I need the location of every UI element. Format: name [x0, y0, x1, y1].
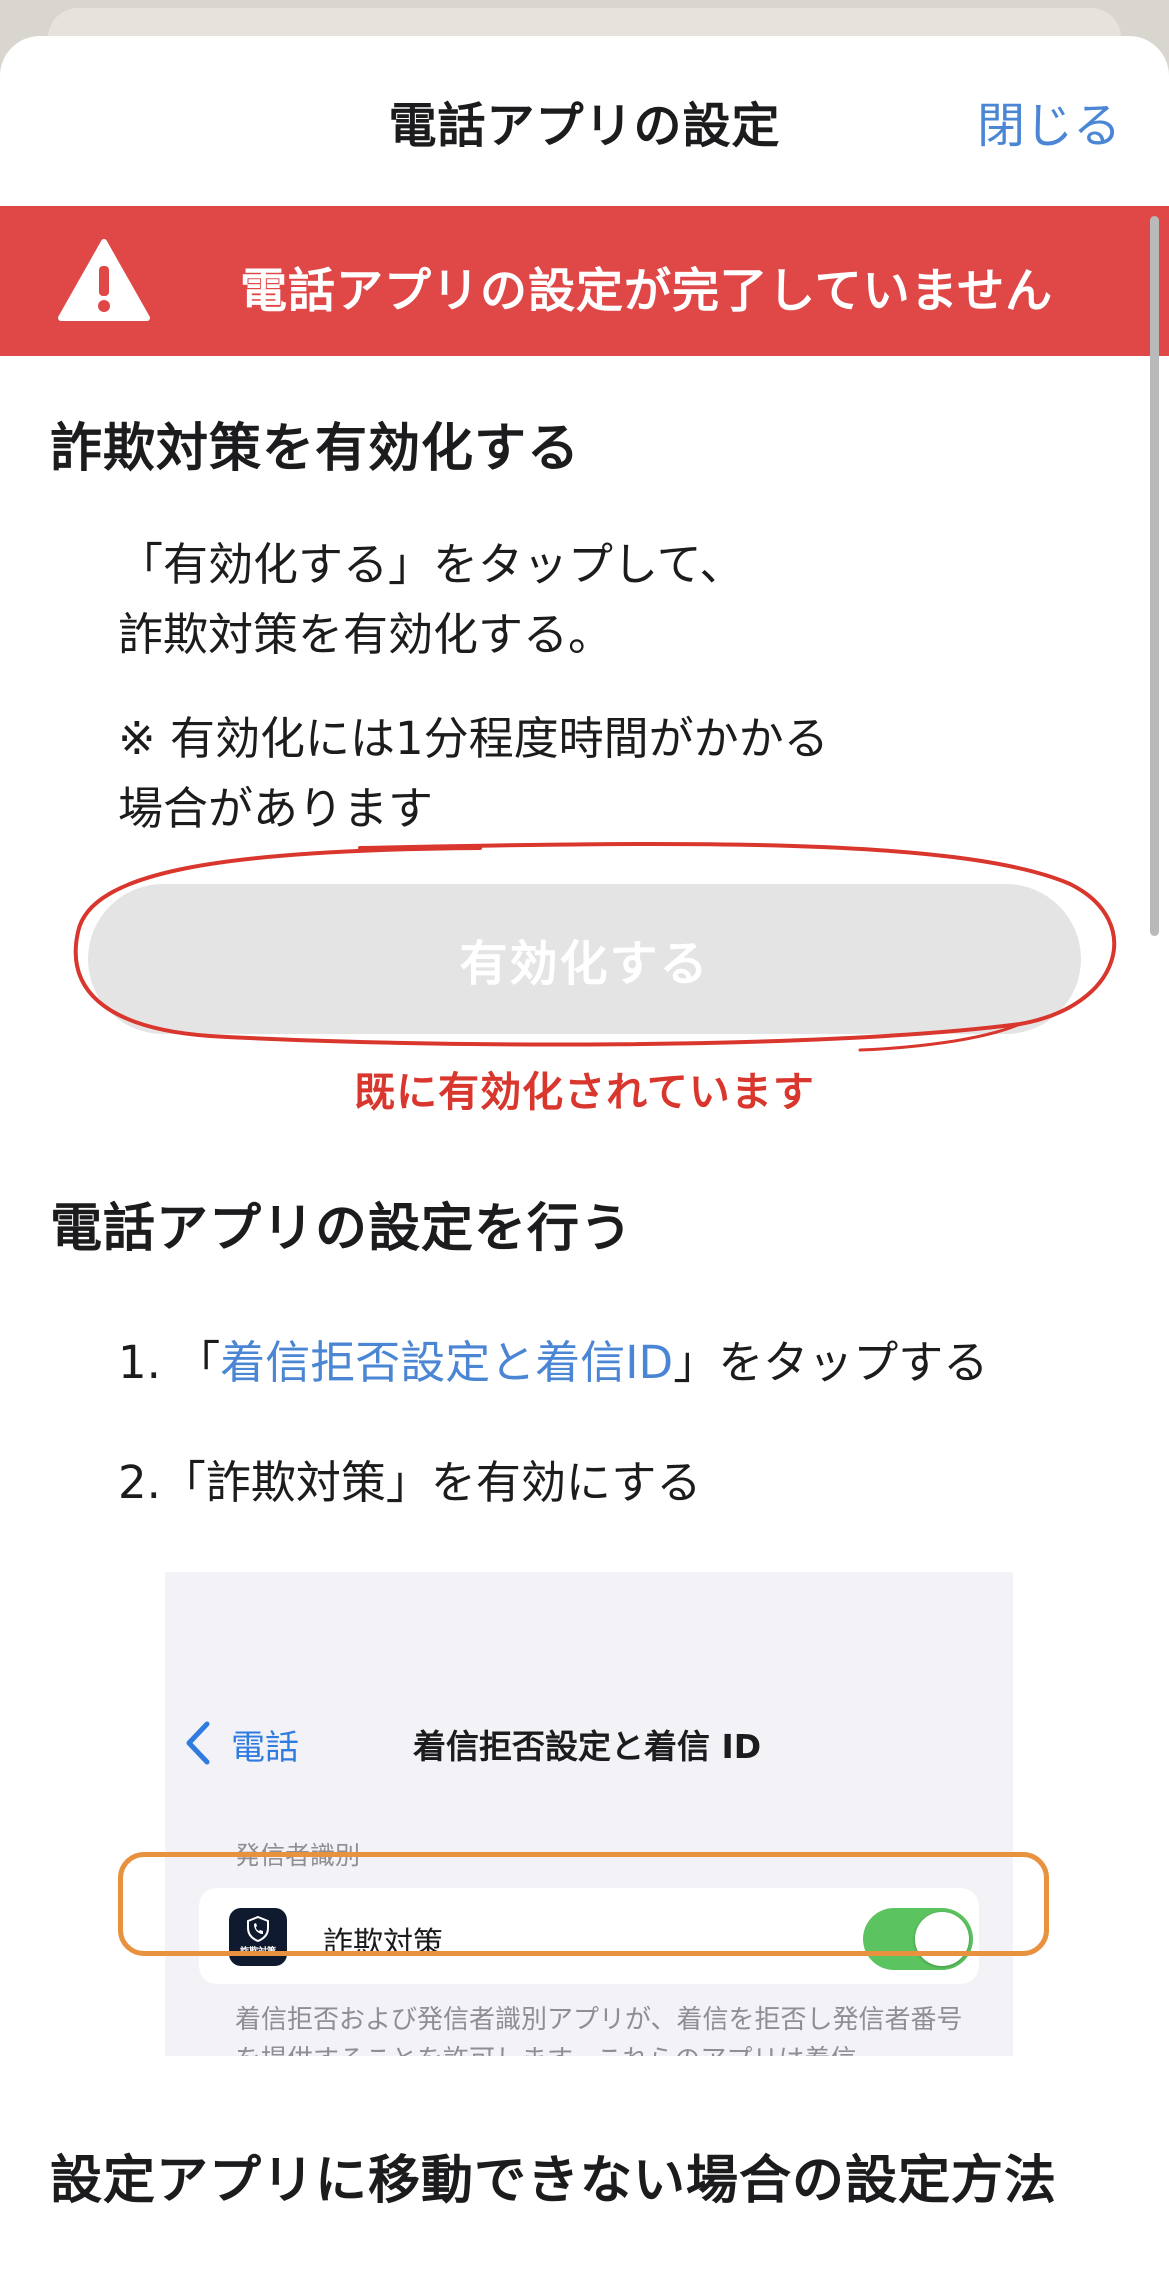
settings-sheet: 電話アプリの設定 閉じる 電話アプリの設定が完了していません 詐欺対策を有効化す… — [0, 36, 1169, 2274]
sheet-header: 電話アプリの設定 閉じる — [0, 36, 1169, 206]
step-2: 2.「詐欺対策」を有効にする — [118, 1456, 702, 1509]
section-title-phone-settings: 電話アプリの設定を行う — [50, 1199, 634, 1259]
enable-note: ※ 有効化には1分程度時間がかかる 場合があります — [118, 704, 829, 844]
call-blocking-link[interactable]: 着信拒否設定と着信ID — [220, 1336, 673, 1389]
note-line: 場合があります — [118, 782, 434, 835]
preview-back-label: 電話 — [231, 1728, 299, 1768]
step-1-prefix: 1. 「 — [118, 1336, 221, 1389]
instruction-line: 「有効化する」をタップして、 — [118, 538, 745, 591]
section-title-fallback: 設定アプリに移動できない場合の設定方法 — [50, 2151, 1058, 2211]
already-enabled-note: 既に有効化されています — [354, 1068, 815, 1116]
scroll-indicator[interactable] — [1150, 216, 1159, 936]
close-button[interactable]: 閉じる — [977, 86, 1121, 156]
warning-banner: 電話アプリの設定が完了していません — [0, 206, 1169, 356]
highlight-box — [118, 1852, 1049, 1956]
instruction-line: 詐欺対策を有効化する。 — [118, 608, 614, 661]
step-1: 1. 「着信拒否設定と着信ID」をタップする — [118, 1326, 988, 1391]
note-line: ※ 有効化には1分程度時間がかかる — [118, 712, 829, 765]
preview-title: 着信拒否設定と着信 ID — [413, 1727, 762, 1766]
chevron-left-icon — [186, 1721, 210, 1765]
warning-triangle-icon — [58, 239, 150, 321]
warning-message: 電話アプリの設定が完了していません — [240, 264, 1054, 319]
section-title-enable: 詐欺対策を有効化する — [50, 419, 581, 479]
preview-footer-text: 着信拒否および発信者識別アプリが、着信を拒否し発信者番号を提供することを許可しま… — [235, 2005, 963, 2056]
annotation-circle — [73, 842, 1117, 1052]
step-1-suffix: 」をタップする — [673, 1336, 989, 1389]
enable-instructions: 「有効化する」をタップして、 詐欺対策を有効化する。 — [118, 530, 744, 670]
settings-preview-image: 電話 着信拒否設定と着信 ID 発信者識別 詐欺対策 詐欺対策 着信拒否および発… — [165, 1572, 1013, 2056]
